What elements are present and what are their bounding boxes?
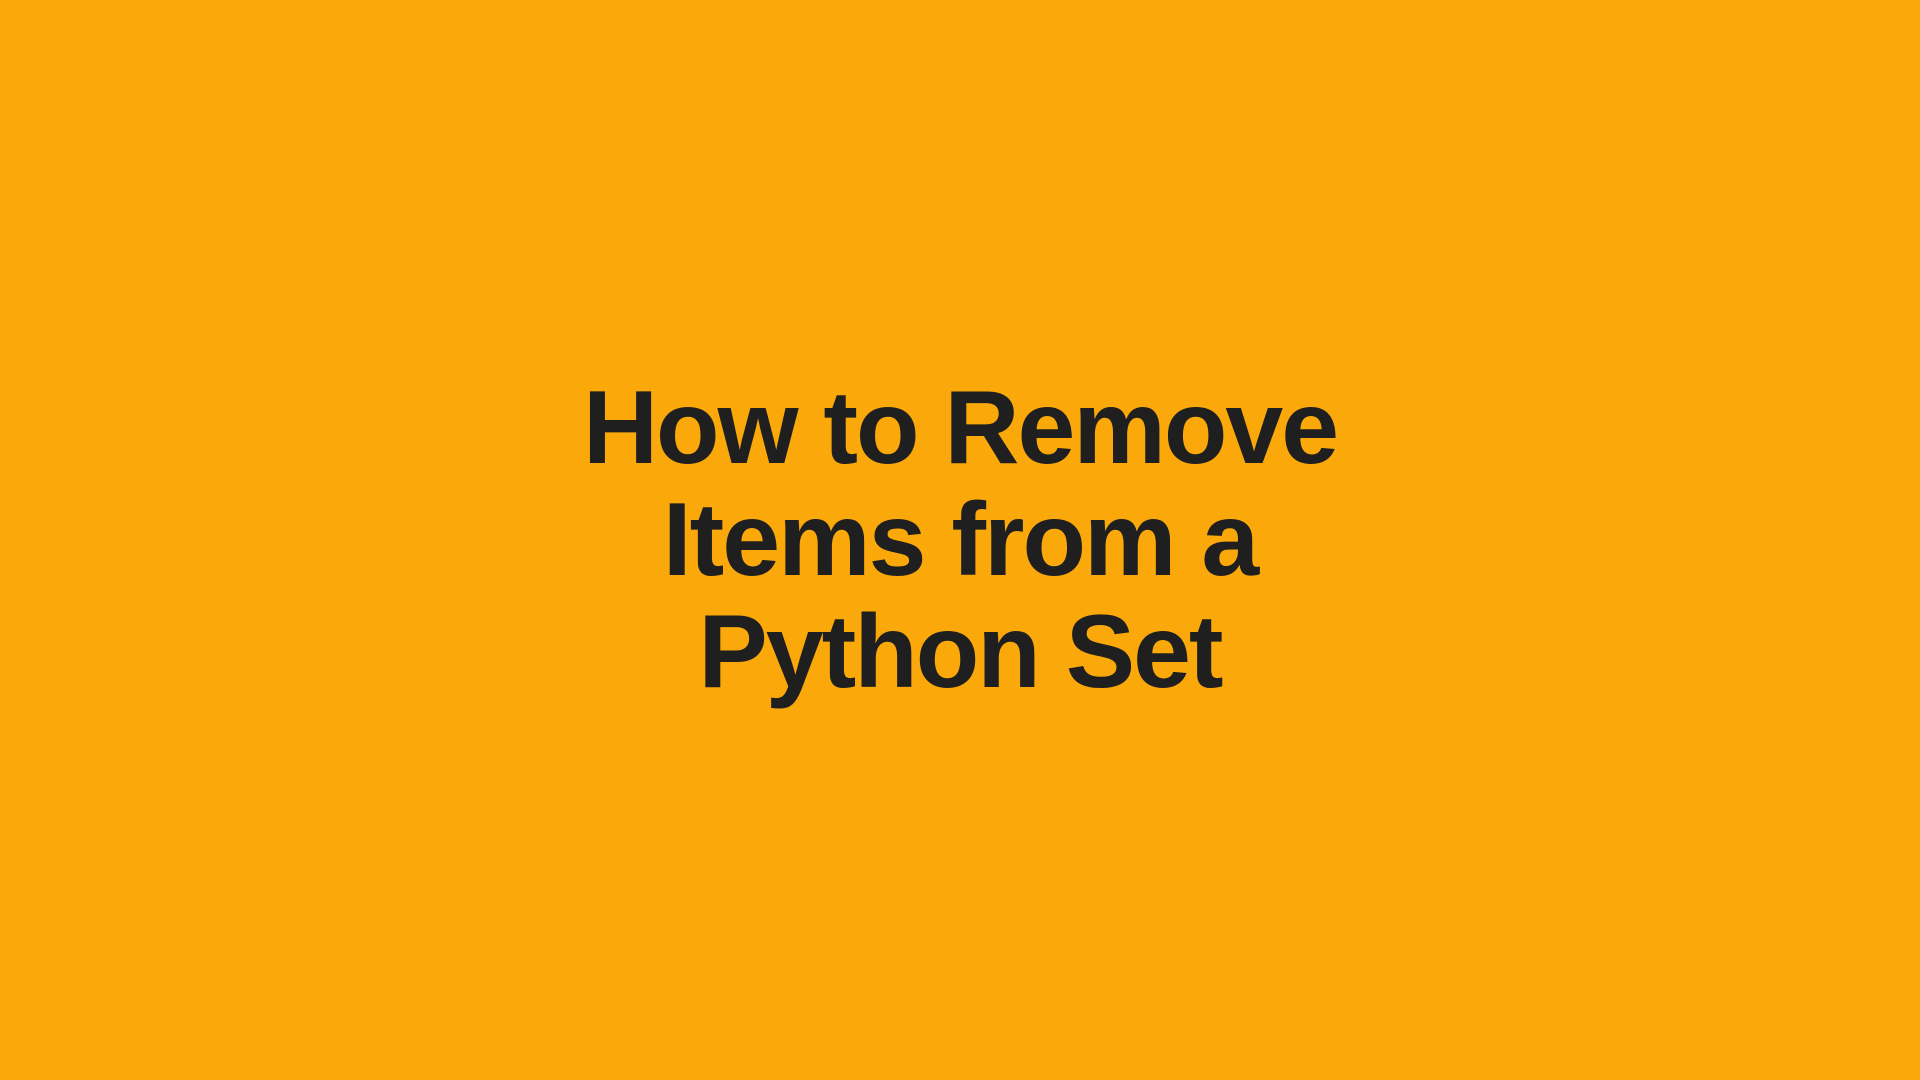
title-line-3: Python Set	[698, 594, 1221, 710]
title-line-1: How to Remove	[583, 370, 1337, 486]
title-line-2: Items from a	[663, 482, 1257, 598]
page-title: How to Remove Items from a Python Set	[583, 372, 1337, 709]
